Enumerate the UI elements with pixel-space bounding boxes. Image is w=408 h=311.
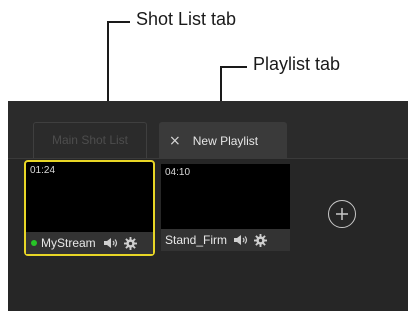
- tab-bar: Main Shot List × New Playlist: [8, 101, 408, 159]
- tab-new-playlist-label: New Playlist: [192, 133, 259, 148]
- callout-line-shot-list-horizontal: [107, 21, 130, 23]
- add-shot-button[interactable]: [328, 200, 356, 228]
- shot-duration: 04:10: [165, 167, 191, 178]
- shot-card-mystream[interactable]: 01:24 MyStream: [24, 160, 155, 256]
- tab-main-shot-list[interactable]: Main Shot List: [33, 122, 147, 158]
- shot-name: MyStream: [41, 236, 96, 250]
- tab-new-playlist[interactable]: × New Playlist: [159, 122, 287, 159]
- gear-icon[interactable]: [254, 233, 268, 247]
- close-icon[interactable]: ×: [169, 133, 181, 149]
- app-panel: Main Shot List × New Playlist 01:24 MySt…: [8, 101, 408, 311]
- tab-main-shot-list-label: Main Shot List: [51, 133, 129, 147]
- shot-footer: MyStream: [26, 232, 153, 254]
- gear-icon[interactable]: [124, 236, 137, 250]
- callout-line-playlist-horizontal: [220, 66, 247, 68]
- speaker-icon[interactable]: [103, 237, 120, 249]
- plus-circle-icon: [336, 208, 348, 220]
- callout-playlist-tab: Playlist tab: [253, 54, 341, 74]
- shot-card-stand-firm[interactable]: 04:10 Stand_Firm: [161, 164, 290, 251]
- shot-name: Stand_Firm: [165, 233, 228, 247]
- callout-shot-list-tab: Shot List tab: [136, 9, 237, 29]
- shot-footer: Stand_Firm: [161, 229, 290, 251]
- tab-bar-divider: [8, 158, 408, 159]
- speaker-icon[interactable]: [233, 234, 250, 246]
- live-indicator-dot: [31, 240, 37, 246]
- shot-duration: 01:24: [30, 165, 56, 176]
